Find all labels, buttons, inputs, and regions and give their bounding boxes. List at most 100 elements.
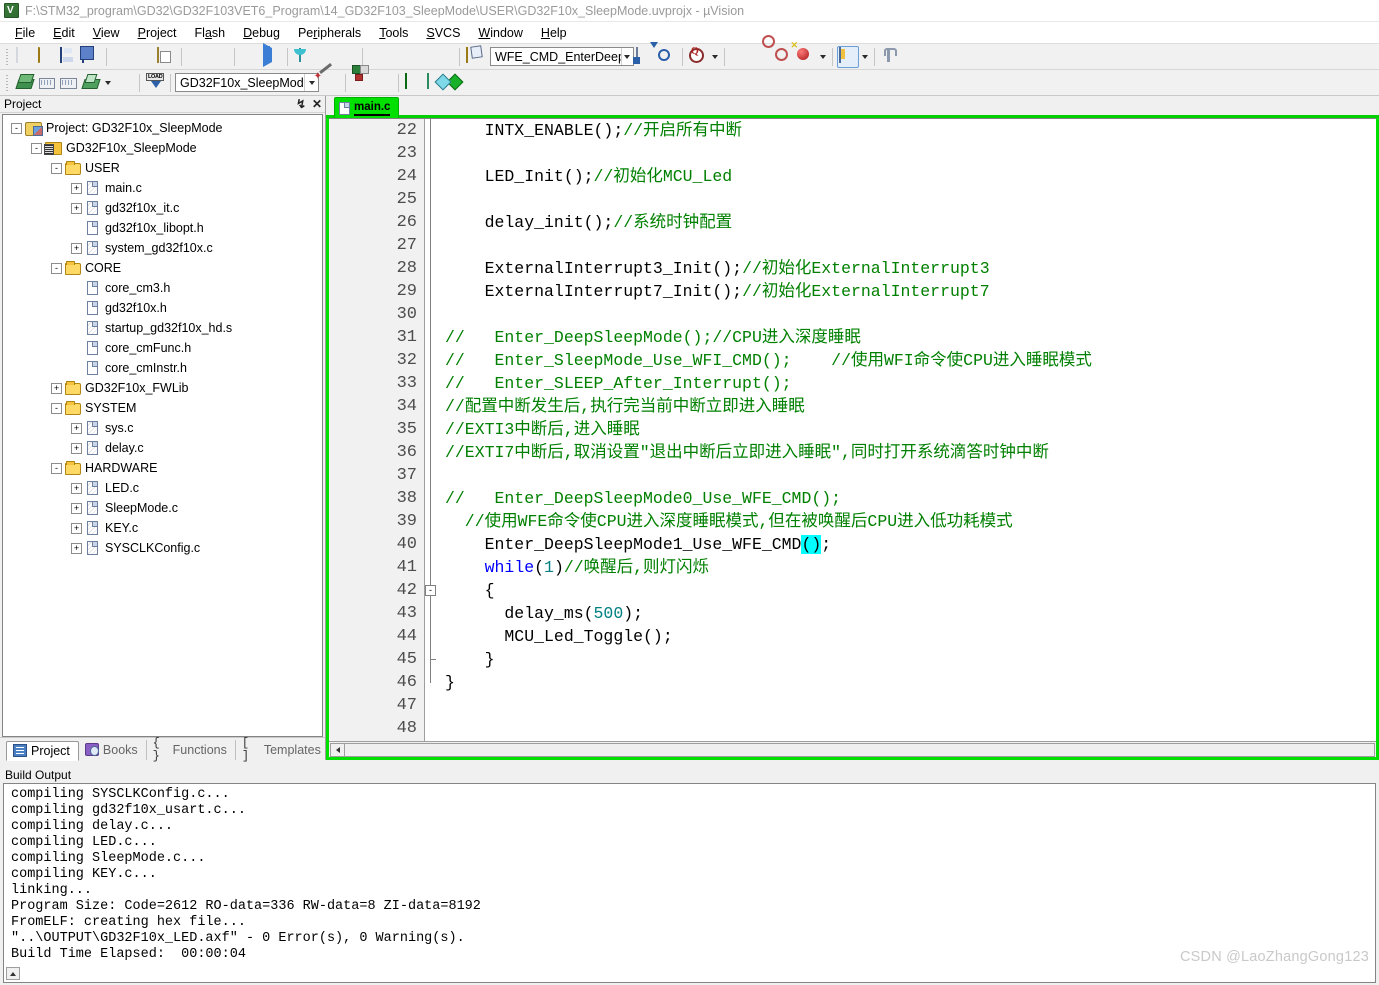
tree-item[interactable]: - Project: GD32F10x_SleepMode — [3, 118, 322, 138]
window-layout-dropdown-icon[interactable] — [859, 46, 870, 68]
symbol-search-combo[interactable]: WFE_CMD_EnterDeepSle — [490, 47, 634, 66]
collapse-icon[interactable]: - — [51, 162, 62, 174]
download-button[interactable] — [144, 72, 166, 94]
expand-icon[interactable]: + — [71, 502, 82, 514]
bookmark-toggle-button[interactable] — [292, 46, 314, 68]
code-line[interactable]: delay_init();//系统时钟配置 — [439, 211, 1376, 234]
code-line[interactable]: // Enter_SleepMode_Use_WFI_CMD(); //使用WF… — [439, 349, 1376, 372]
code-line[interactable] — [439, 234, 1376, 257]
menu-help[interactable]: Help — [532, 24, 576, 42]
menu-edit[interactable]: Edit — [44, 24, 84, 42]
code-line[interactable] — [439, 464, 1376, 487]
collapse-icon[interactable]: - — [11, 122, 22, 134]
code-line[interactable]: Enter_DeepSleepMode1_Use_WFE_CMD(); — [439, 533, 1376, 556]
tree-item[interactable]: startup_gd32f10x_hd.s — [3, 318, 322, 338]
tree-item[interactable]: + SleepMode.c — [3, 498, 322, 518]
tree-item[interactable]: - GD32F10x_SleepMode — [3, 138, 322, 158]
expand-icon[interactable]: + — [71, 422, 82, 434]
paste-button[interactable] — [155, 46, 177, 68]
toolbar-grip[interactable] — [5, 47, 11, 66]
batch-build-dropdown-icon[interactable] — [102, 72, 113, 94]
tree-item[interactable]: + system_gd32f10x.c — [3, 238, 322, 258]
tree-item[interactable]: - USER — [3, 158, 322, 178]
magnifier-search-button[interactable] — [687, 46, 709, 68]
tree-item[interactable]: core_cmFunc.h — [3, 338, 322, 358]
menu-svcs[interactable]: SVCS — [417, 24, 469, 42]
project-tree[interactable]: - Project: GD32F10x_SleepMode - GD32F10x_Sl… — [2, 114, 323, 737]
rebuild-all-button[interactable] — [58, 72, 80, 94]
menu-tools[interactable]: Tools — [370, 24, 417, 42]
code-text-area[interactable]: INTX_ENABLE();//开启所有中断 LED_Init();//初始化M… — [439, 119, 1376, 741]
menu-project[interactable]: Project — [129, 24, 186, 42]
menu-view[interactable]: View — [84, 24, 129, 42]
stop-build-button[interactable] — [113, 72, 135, 94]
code-line[interactable]: // Enter_DeepSleepMode();//CPU进入深度睡眠 — [439, 326, 1376, 349]
tree-item[interactable]: + delay.c — [3, 438, 322, 458]
collapse-icon[interactable]: - — [51, 402, 62, 414]
code-line[interactable]: //EXTI3中断后,进入睡眠 — [439, 418, 1376, 441]
breakpoint-toggle-button[interactable] — [751, 46, 773, 68]
manage-run-time-env-button[interactable] — [447, 72, 469, 94]
undo-button[interactable] — [186, 46, 208, 68]
tree-item[interactable]: gd32f10x_libopt.h — [3, 218, 322, 238]
redo-button[interactable] — [208, 46, 230, 68]
expand-icon[interactable]: + — [71, 542, 82, 554]
code-line[interactable]: INTX_ENABLE();//开启所有中断 — [439, 119, 1376, 142]
navigate-forward-button[interactable] — [261, 43, 283, 68]
tree-item[interactable]: core_cmInstr.h — [3, 358, 322, 378]
menu-peripherals[interactable]: Peripherals — [289, 24, 370, 42]
tree-item[interactable]: + SYSCLKConfig.c — [3, 538, 322, 558]
chevron-down-icon[interactable] — [620, 48, 633, 65]
outdent-button[interactable] — [389, 46, 411, 68]
tree-item[interactable]: + gd32f10x_it.c — [3, 198, 322, 218]
tree-item[interactable]: + LED.c — [3, 478, 322, 498]
tab-templates[interactable]: [ ] Templates — [236, 736, 330, 762]
copy-button[interactable] — [133, 46, 155, 68]
expand-icon[interactable]: + — [71, 522, 82, 534]
window-layout-button[interactable] — [837, 45, 859, 68]
code-line[interactable]: delay_ms(500); — [439, 602, 1376, 625]
menu-window[interactable]: Window — [469, 24, 531, 42]
find-in-files-button[interactable] — [634, 46, 656, 68]
target-options-button[interactable] — [319, 72, 341, 94]
code-line[interactable] — [439, 142, 1376, 165]
manage-components-button[interactable] — [350, 72, 372, 94]
expand-icon[interactable]: + — [71, 182, 82, 194]
menu-file[interactable]: File — [6, 24, 44, 42]
code-line[interactable]: while(1)//唤醒后,则灯闪烁 — [439, 556, 1376, 579]
fold-collapse-icon[interactable]: - — [425, 585, 436, 596]
configure-button[interactable] — [879, 46, 901, 68]
editor-horizontal-scrollbar[interactable] — [329, 741, 1376, 757]
code-line[interactable] — [439, 717, 1376, 740]
code-line[interactable]: //使用WFE命令使CPU进入深度睡眠模式,但在被唤醒后CPU进入低功耗模式 — [439, 510, 1376, 533]
tab-books[interactable]: Books — [79, 740, 147, 760]
magnifier-dropdown-icon[interactable] — [709, 46, 720, 68]
collapse-icon[interactable]: - — [31, 142, 42, 154]
tree-item[interactable]: - SYSTEM — [3, 398, 322, 418]
pin-icon[interactable]: ↯ — [293, 97, 309, 111]
bookmark-prev-button[interactable] — [314, 46, 336, 68]
cut-button[interactable] — [111, 46, 133, 68]
bookmarks-window-button[interactable] — [464, 46, 486, 68]
expand-icon[interactable]: + — [51, 382, 62, 394]
tree-item[interactable]: + main.c — [3, 178, 322, 198]
close-icon[interactable]: ✕ — [309, 97, 325, 111]
tab-project[interactable]: Project — [6, 741, 79, 761]
document-tab-main-c[interactable]: main.c — [334, 97, 400, 118]
open-file-button[interactable] — [36, 46, 58, 68]
scroll-left-icon[interactable] — [330, 742, 345, 757]
tree-item[interactable]: - CORE — [3, 258, 322, 278]
menu-flash[interactable]: Flash — [186, 24, 235, 42]
code-line[interactable]: ExternalInterrupt3_Init();//初始化ExternalI… — [439, 257, 1376, 280]
tree-item[interactable]: + GD32F10x_FWLib — [3, 378, 322, 398]
target-select-combo[interactable]: GD32F10x_SleepMode — [175, 73, 319, 92]
collapse-icon[interactable]: - — [51, 262, 62, 274]
navigate-backward-button[interactable] — [239, 46, 261, 68]
code-line[interactable]: { — [439, 579, 1376, 602]
code-line[interactable]: // Enter_SLEEP_After_Interrupt(); — [439, 372, 1376, 395]
build-target-button[interactable] — [36, 72, 58, 94]
expand-icon[interactable]: + — [71, 202, 82, 214]
save-button[interactable] — [58, 46, 80, 68]
breakpoint-dropdown-icon[interactable] — [817, 46, 828, 68]
breakpoint-insert-button[interactable] — [729, 46, 751, 68]
